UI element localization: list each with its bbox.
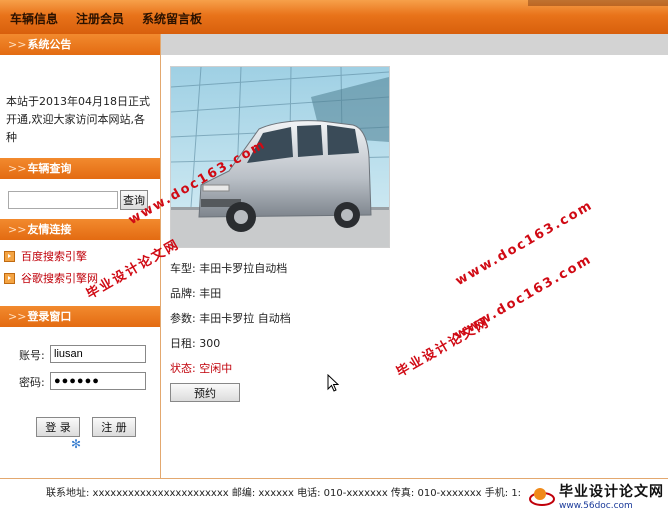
footer-contact-text: 联系地址: xxxxxxxxxxxxxxxxxxxxxxx 邮编: xxxxxx… xyxy=(46,488,522,499)
mouse-cursor-icon xyxy=(327,374,339,392)
car-type: 车型: 丰田卡罗拉自动档 xyxy=(170,262,288,275)
links-header: >>友情连接 xyxy=(0,219,160,240)
login-panel: 账号: 密码: 登 录 注 册 ✻ xyxy=(0,327,160,457)
footer-logo: 毕业设计论文网 www.56doc.com xyxy=(529,481,664,511)
footer-logo-url: www.56doc.com xyxy=(559,501,633,511)
nav-item-guestbook[interactable]: 系统留言板 xyxy=(142,10,202,27)
book-button[interactable]: 预约 xyxy=(170,383,240,402)
password-label: 密码: xyxy=(19,376,45,389)
car-status: 状态: 空闲中 xyxy=(170,362,233,375)
topbar-edge-decoration xyxy=(528,0,668,6)
bullet-icon xyxy=(4,272,15,284)
header-arrow: >> xyxy=(8,38,27,51)
search-input[interactable] xyxy=(8,191,118,209)
login-button[interactable]: 登 录 xyxy=(36,417,80,437)
footer-logo-text: 毕业设计论文网 xyxy=(559,484,664,500)
nav-item-cars[interactable]: 车辆信息 xyxy=(10,10,58,27)
header-arrow: >> xyxy=(8,310,27,323)
main-content: 车型: 丰田卡罗拉自动档 品牌: 丰田 参数: 丰田卡罗拉 自动档 日租: 30… xyxy=(161,34,668,478)
header-arrow: >> xyxy=(8,162,27,175)
loading-spinner-icon: ✻ xyxy=(71,437,82,451)
bullet-icon xyxy=(4,250,15,262)
car-image-icon xyxy=(171,67,389,247)
notice-title: 系统公告 xyxy=(27,38,72,51)
top-navigation-bar: 车辆信息 注册会员 系统留言板 xyxy=(0,0,668,34)
nav-item-register[interactable]: 注册会员 xyxy=(76,10,124,27)
content-header-bar xyxy=(161,34,668,55)
link-google-label[interactable]: 谷歌搜索引擎网 xyxy=(21,270,98,286)
notice-header: >>系统公告 xyxy=(0,34,160,55)
search-button[interactable]: 查询 xyxy=(120,190,148,210)
link-baidu-label[interactable]: 百度搜索引擎 xyxy=(21,248,87,264)
register-button[interactable]: 注 册 xyxy=(92,417,136,437)
search-panel: 查询 xyxy=(0,179,160,219)
links-title: 友情连接 xyxy=(27,223,72,236)
link-baidu[interactable]: 百度搜索引擎 xyxy=(4,248,87,264)
login-header: >>登录窗口 xyxy=(0,306,160,327)
search-title: 车辆查询 xyxy=(27,162,72,175)
notice-text: 本站于2013年04月18日正式开通,欢迎大家访问本网站,各种 xyxy=(6,95,150,144)
login-title: 登录窗口 xyxy=(27,310,72,323)
footer: 联系地址: xxxxxxxxxxxxxxxxxxxxxxx 邮编: xxxxxx… xyxy=(0,478,668,514)
header-arrow: >> xyxy=(8,223,27,236)
logo-icon xyxy=(529,488,555,506)
car-params: 参数: 丰田卡罗拉 自动档 xyxy=(170,312,291,325)
links-panel: 百度搜索引擎 谷歌搜索引擎网 xyxy=(0,240,160,306)
nav-menu: 车辆信息 注册会员 系统留言板 xyxy=(10,10,202,27)
car-rent: 日租: 300 xyxy=(170,337,221,350)
notice-panel: 本站于2013年04月18日正式开通,欢迎大家访问本网站,各种 xyxy=(0,55,160,158)
account-label: 账号: xyxy=(19,349,45,362)
account-input[interactable] xyxy=(50,345,146,363)
car-brand: 品牌: 丰田 xyxy=(170,287,222,300)
car-photo xyxy=(170,66,390,248)
search-header: >>车辆查询 xyxy=(0,158,160,179)
password-input[interactable] xyxy=(50,372,146,390)
link-google[interactable]: 谷歌搜索引擎网 xyxy=(4,270,98,286)
left-sidebar: >>系统公告 本站于2013年04月18日正式开通,欢迎大家访问本网站,各种 >… xyxy=(0,34,161,478)
